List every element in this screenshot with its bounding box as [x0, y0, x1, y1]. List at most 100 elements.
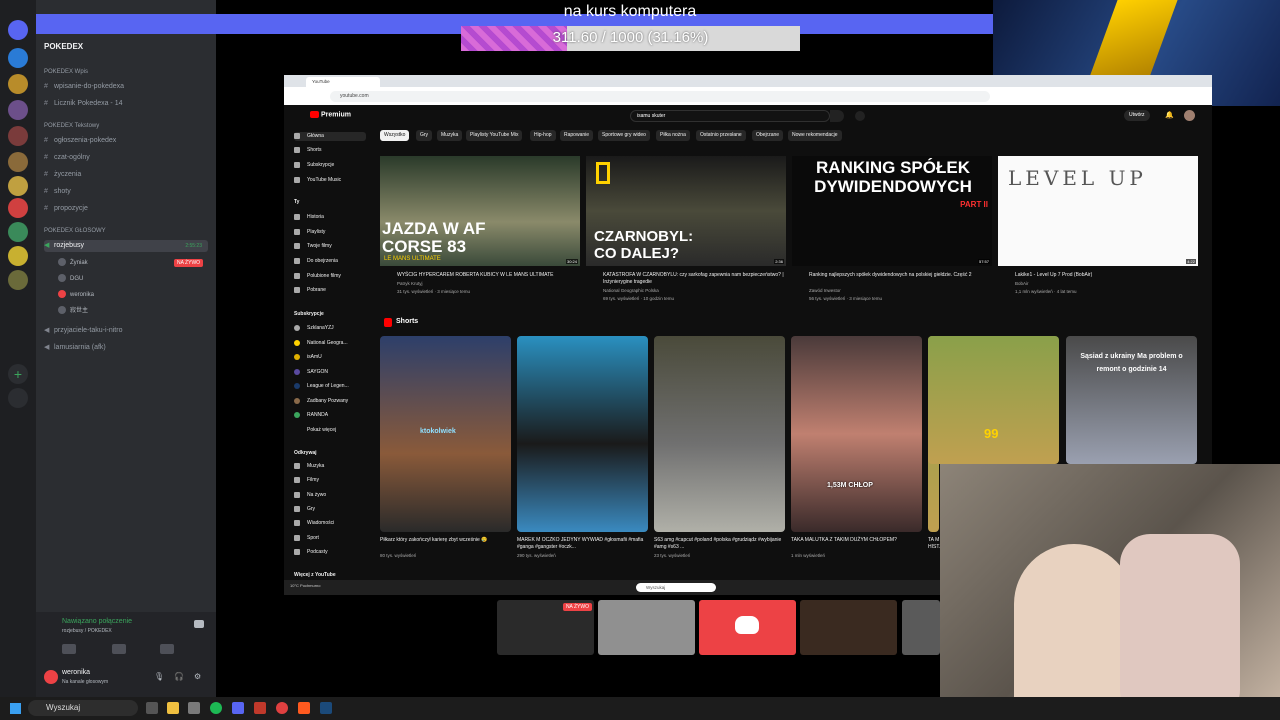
channel-item[interactable]: # życzenia: [44, 169, 208, 181]
voice-channel-active[interactable]: ◀ rozjebusy 2:55:23: [44, 240, 208, 252]
server-icon[interactable]: [8, 246, 28, 266]
short-thumbnail[interactable]: [654, 336, 785, 532]
file-explorer-icon[interactable]: [167, 702, 179, 714]
sidebar-item-sport[interactable]: Sport: [294, 534, 319, 543]
video-title[interactable]: Lakike1 - Level Up 7 Prod (BobAir): [1015, 272, 1205, 279]
connection-location[interactable]: rozjebusy / POKEDEX: [62, 628, 112, 634]
gear-icon[interactable]: ⚙: [194, 672, 201, 681]
server-icon[interactable]: [8, 74, 28, 94]
add-server-icon[interactable]: +: [8, 364, 28, 384]
sidebar-channel[interactable]: RANNDA: [294, 411, 328, 420]
address-bar[interactable]: youtube.com: [330, 91, 990, 102]
sidebar-item-gaming[interactable]: Gry: [294, 505, 315, 514]
video-channel[interactable]: BobAir: [1015, 281, 1205, 286]
category-label[interactable]: POKEDEX GŁOSOWY: [44, 228, 106, 234]
short-title[interactable]: Piłkarz który zakończył karierę zbyt wcz…: [380, 537, 508, 544]
short-title[interactable]: TA M HIST...: [928, 537, 940, 551]
channel-item[interactable]: # shoty: [44, 186, 208, 198]
stream-tile[interactable]: [699, 600, 796, 655]
video-thumbnail[interactable]: RANKING SPÓŁEK DYWIDENDOWYCH PART II 57:…: [792, 156, 992, 266]
channel-item[interactable]: # wpisanie-do-pokedexa: [44, 81, 208, 93]
stream-tile[interactable]: [902, 600, 940, 655]
sidebar-channel[interactable]: isAmU: [294, 353, 322, 362]
channel-item[interactable]: # Licznik Pokedexa - 14: [44, 98, 208, 110]
voice-channel[interactable]: ◀ przyjaciele-taku-i-nitro: [44, 325, 208, 337]
store-icon[interactable]: [188, 702, 200, 714]
inner-search[interactable]: Wyszukaj: [636, 583, 716, 592]
video-channel[interactable]: Patryk Krutyj: [397, 281, 587, 286]
short-title[interactable]: S63 amg #capcut #poland #polska #grudzią…: [654, 537, 782, 551]
short-thumbnail[interactable]: Sąsiad z ukrainy Ma problem o remont o g…: [1066, 336, 1197, 464]
chip[interactable]: Playlisty YouTube Mix: [466, 130, 523, 141]
show-more-button[interactable]: Pokaż więcej: [294, 426, 336, 435]
weather-widget[interactable]: 10°C Pochmurno: [290, 583, 321, 588]
server-icon[interactable]: [8, 126, 28, 146]
create-button[interactable]: Utwórz: [1124, 110, 1150, 121]
sidebar-channel[interactable]: National Geogra...: [294, 339, 348, 348]
short-thumbnail[interactable]: 99: [928, 336, 1059, 464]
chip[interactable]: Rapowanie: [560, 130, 594, 141]
chip-all[interactable]: Wszystko: [380, 130, 410, 141]
chip[interactable]: Obejrzane: [752, 130, 784, 141]
sidebar-item-podcasts[interactable]: Podcasty: [294, 548, 328, 557]
steam-icon[interactable]: [320, 702, 332, 714]
channel-item[interactable]: # czat-ogólny: [44, 152, 208, 164]
sidebar-item-downloads[interactable]: Pobrane: [294, 286, 326, 295]
server-icon[interactable]: [8, 48, 28, 68]
category-label[interactable]: POKEDEX Tekstowy: [44, 123, 99, 129]
sidebar-item-watch-later[interactable]: Do obejrzenia: [294, 257, 338, 266]
server-name[interactable]: POKEDEX: [44, 42, 83, 51]
avatar[interactable]: [44, 670, 58, 684]
chip[interactable]: Muzyka: [437, 130, 463, 141]
channel-item[interactable]: # propozycje: [44, 203, 208, 215]
server-icon[interactable]: [8, 198, 28, 218]
windows-start-icon[interactable]: [10, 703, 21, 714]
sidebar-channel[interactable]: SzklanaYZJ: [294, 324, 334, 333]
server-icon[interactable]: [8, 152, 28, 172]
stream-tile[interactable]: [598, 600, 695, 655]
taskbar-search[interactable]: Wyszukaj: [28, 700, 138, 716]
sidebar-channel[interactable]: SAYGON: [294, 368, 328, 377]
app-icon[interactable]: [254, 702, 266, 714]
voice-channel[interactable]: ◀ lamusiarnia (afk): [44, 342, 208, 354]
stream-tile[interactable]: NA ŻYWO: [497, 600, 594, 655]
sidebar-item-subscriptions[interactable]: Subskrypcje: [294, 161, 334, 170]
short-title[interactable]: MAREK M OCZKO JEDYNY WYWIAD #głosmafii #…: [517, 537, 645, 551]
chip[interactable]: Nowe rekomendacje: [788, 130, 842, 141]
video-thumbnail[interactable]: LEVEL UP 4:22: [998, 156, 1198, 266]
disconnect-icon[interactable]: [194, 620, 204, 628]
video-title[interactable]: KATASTROFA W CZARNOBYLU: czy sarkofag za…: [603, 272, 793, 286]
activity-icon[interactable]: [160, 644, 174, 654]
chip[interactable]: Sportowe gry wideo: [598, 130, 650, 141]
voice-user[interactable]: weronika: [58, 290, 94, 300]
sidebar-section-subscriptions[interactable]: Subskrypcje: [294, 310, 324, 319]
sidebar-channel[interactable]: Zadbany Pozwany: [294, 397, 348, 406]
mic-icon[interactable]: 🎙: [154, 672, 164, 681]
user-name[interactable]: weronika: [62, 669, 90, 676]
short-thumbnail[interactable]: ktokolwiek: [380, 336, 511, 532]
sidebar-item-movies[interactable]: Filmy: [294, 476, 319, 485]
explore-servers-icon[interactable]: [8, 388, 28, 408]
short-thumbnail[interactable]: [517, 336, 648, 532]
chip[interactable]: Gry: [416, 130, 433, 141]
video-channel[interactable]: Zawód Inwestor: [809, 288, 999, 293]
sidebar-channel[interactable]: League of Legen...: [294, 382, 349, 391]
server-icon[interactable]: [8, 270, 28, 290]
spotify-icon[interactable]: [210, 702, 222, 714]
chip[interactable]: Piłka nożna: [656, 130, 690, 141]
voice-user[interactable]: DGU: [58, 274, 83, 284]
video-channel[interactable]: National Geographic Polska: [603, 288, 793, 293]
video-title[interactable]: Ranking najlepszych spółek dywidendowych…: [809, 272, 999, 279]
channel-item[interactable]: # ogłoszenia-pokedex: [44, 135, 208, 147]
sidebar-item-home[interactable]: Główna: [294, 132, 366, 141]
chip[interactable]: Ostatnio przesłane: [696, 130, 746, 141]
screen-share-icon[interactable]: [112, 644, 126, 654]
sidebar-item-news[interactable]: Wiadomości: [294, 519, 334, 528]
short-title[interactable]: TAKA MALUTKA Z TAKIM DUŻYM CHŁOPEM?: [791, 537, 919, 544]
sidebar-item-music[interactable]: Muzyka: [294, 462, 324, 471]
server-icon[interactable]: [8, 222, 28, 242]
chrome-icon[interactable]: [276, 702, 288, 714]
bell-icon[interactable]: 🔔: [1165, 111, 1174, 119]
sidebar-item-music[interactable]: YouTube Music: [294, 176, 341, 185]
server-icon[interactable]: [8, 176, 28, 196]
